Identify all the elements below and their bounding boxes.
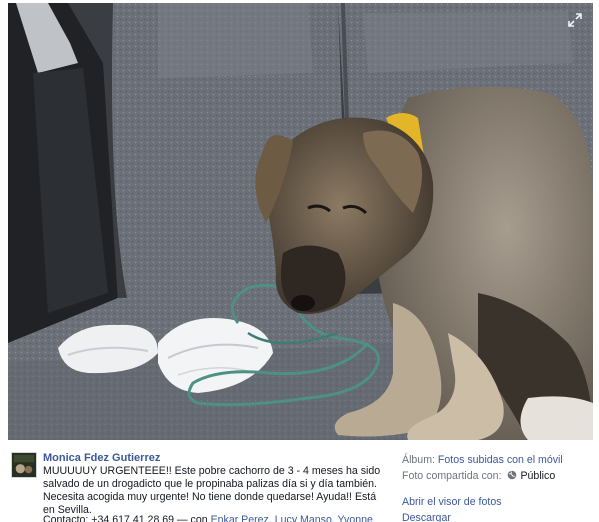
privacy-row: Foto compartida con: Público bbox=[402, 468, 592, 484]
avatar[interactable] bbox=[11, 452, 37, 478]
globe-icon bbox=[508, 470, 517, 480]
album-link[interactable]: Fotos subidas con el móvil bbox=[438, 454, 563, 466]
post-caption: MUUUUUY URGENTEEE!! Este pobre cachorro … bbox=[43, 465, 381, 516]
photo-info-panel: Monica Fdez Gutierrez MUUUUUY URGENTEEE!… bbox=[0, 440, 599, 522]
photo-sidebar: Álbum: Fotos subidas con el móvil Foto c… bbox=[402, 452, 592, 522]
album-row: Álbum: Fotos subidas con el móvil bbox=[402, 452, 592, 468]
album-label: Álbum: bbox=[402, 454, 438, 466]
photo-viewer bbox=[8, 3, 593, 440]
shared-label: Foto compartida con: bbox=[402, 470, 505, 482]
post-contact: Contacto: +34 617 41 28 69 — con Enkar P… bbox=[43, 514, 383, 522]
download-link[interactable]: Descargar bbox=[402, 510, 592, 522]
privacy-value[interactable]: Público bbox=[520, 470, 555, 482]
puppy-photo[interactable] bbox=[8, 3, 593, 440]
author-name[interactable]: Monica Fdez Gutierrez bbox=[43, 452, 160, 464]
tagged-people[interactable]: Enkar Perez, Lucy Manso, Yvonne bbox=[211, 514, 373, 522]
contact-text: Contacto: +34 617 41 28 69 — con bbox=[43, 514, 211, 522]
open-viewer-link[interactable]: Abrir el visor de fotos bbox=[402, 494, 592, 510]
expand-icon[interactable] bbox=[567, 12, 583, 28]
